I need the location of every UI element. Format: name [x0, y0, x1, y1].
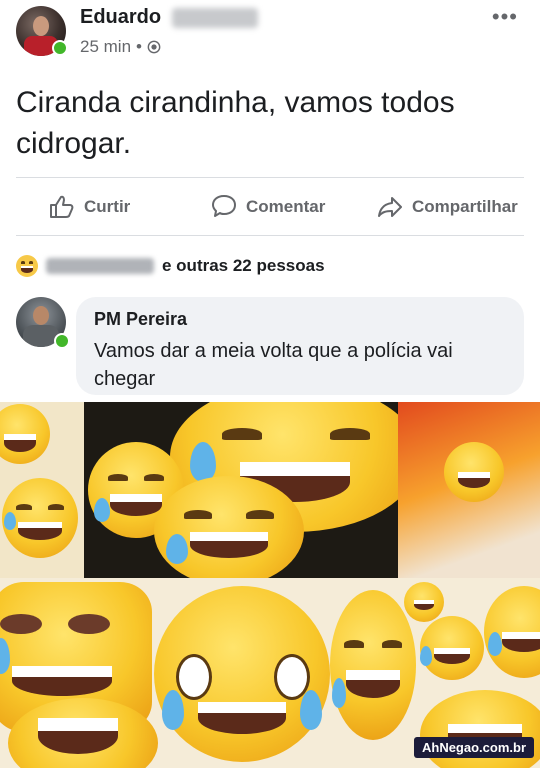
commenter-face — [33, 306, 49, 325]
comment-author[interactable]: PM Pereira — [94, 309, 187, 330]
post-meta: 25 min • — [80, 37, 161, 57]
share-label: Compartilhar — [412, 197, 518, 216]
divider-bottom — [16, 235, 524, 236]
comment-bubble-icon — [212, 195, 236, 217]
laughing-emoji-icon — [2, 478, 78, 558]
more-dots-icon[interactable]: ••• — [492, 4, 518, 30]
post-action-bar: Curtir Comentar Compartilhar — [0, 184, 540, 230]
comment-button[interactable]: Comentar — [210, 184, 325, 230]
like-label: Curtir — [84, 197, 131, 216]
laughing-emoji-icon — [0, 404, 50, 464]
laughing-emoji-icon — [444, 442, 504, 502]
haha-reaction-icon — [16, 255, 38, 277]
laughing-emoji-icon — [154, 476, 304, 578]
divider-top — [16, 177, 524, 178]
post-time[interactable]: 25 min — [80, 37, 131, 57]
comment-label: Comentar — [246, 197, 326, 216]
laughing-emoji-icon — [404, 582, 444, 622]
meme-tile-top-center — [84, 402, 398, 578]
comment-text: Vamos dar a meia volta que a polícia vai… — [94, 340, 453, 390]
reactions-count-text: e outras 22 pessoas — [162, 256, 325, 275]
post-text: Ciranda cirandinha, vamos todos cidrogar… — [16, 86, 455, 160]
share-arrow-icon — [378, 197, 402, 217]
blurred-surname — [172, 8, 258, 28]
online-status-dot — [52, 40, 68, 56]
share-button[interactable]: Compartilhar — [376, 184, 518, 230]
commenter-online-dot — [54, 333, 70, 349]
meme-image[interactable]: AhNegao.com.br — [0, 402, 540, 768]
laughing-emoji-icon — [420, 616, 484, 680]
laughing-emoji-icon — [484, 586, 540, 678]
watermark-logo: AhNegao.com.br — [413, 737, 534, 758]
globe-icon — [147, 40, 161, 54]
laughing-emoji-icon — [330, 590, 416, 740]
laughing-emoji-icon — [154, 586, 330, 762]
post-author-name[interactable]: Eduardo — [80, 6, 161, 29]
meme-tile-top-left — [0, 402, 84, 578]
post-header: Eduardo 25 min • ••• — [0, 0, 540, 66]
meta-separator: • — [136, 37, 142, 56]
meme-tile-top-right — [398, 402, 540, 578]
reactions-summary[interactable]: e outras 22 pessoas — [16, 252, 325, 280]
comment-bubble: PM Pereira Vamos dar a meia volta que a … — [76, 297, 524, 395]
like-button[interactable]: Curtir — [48, 184, 130, 230]
thumbs-up-icon — [50, 195, 74, 218]
avatar-face — [33, 16, 49, 36]
blurred-reactor-name — [46, 258, 154, 274]
watermark-text: AhNegao.com.br — [421, 740, 526, 755]
